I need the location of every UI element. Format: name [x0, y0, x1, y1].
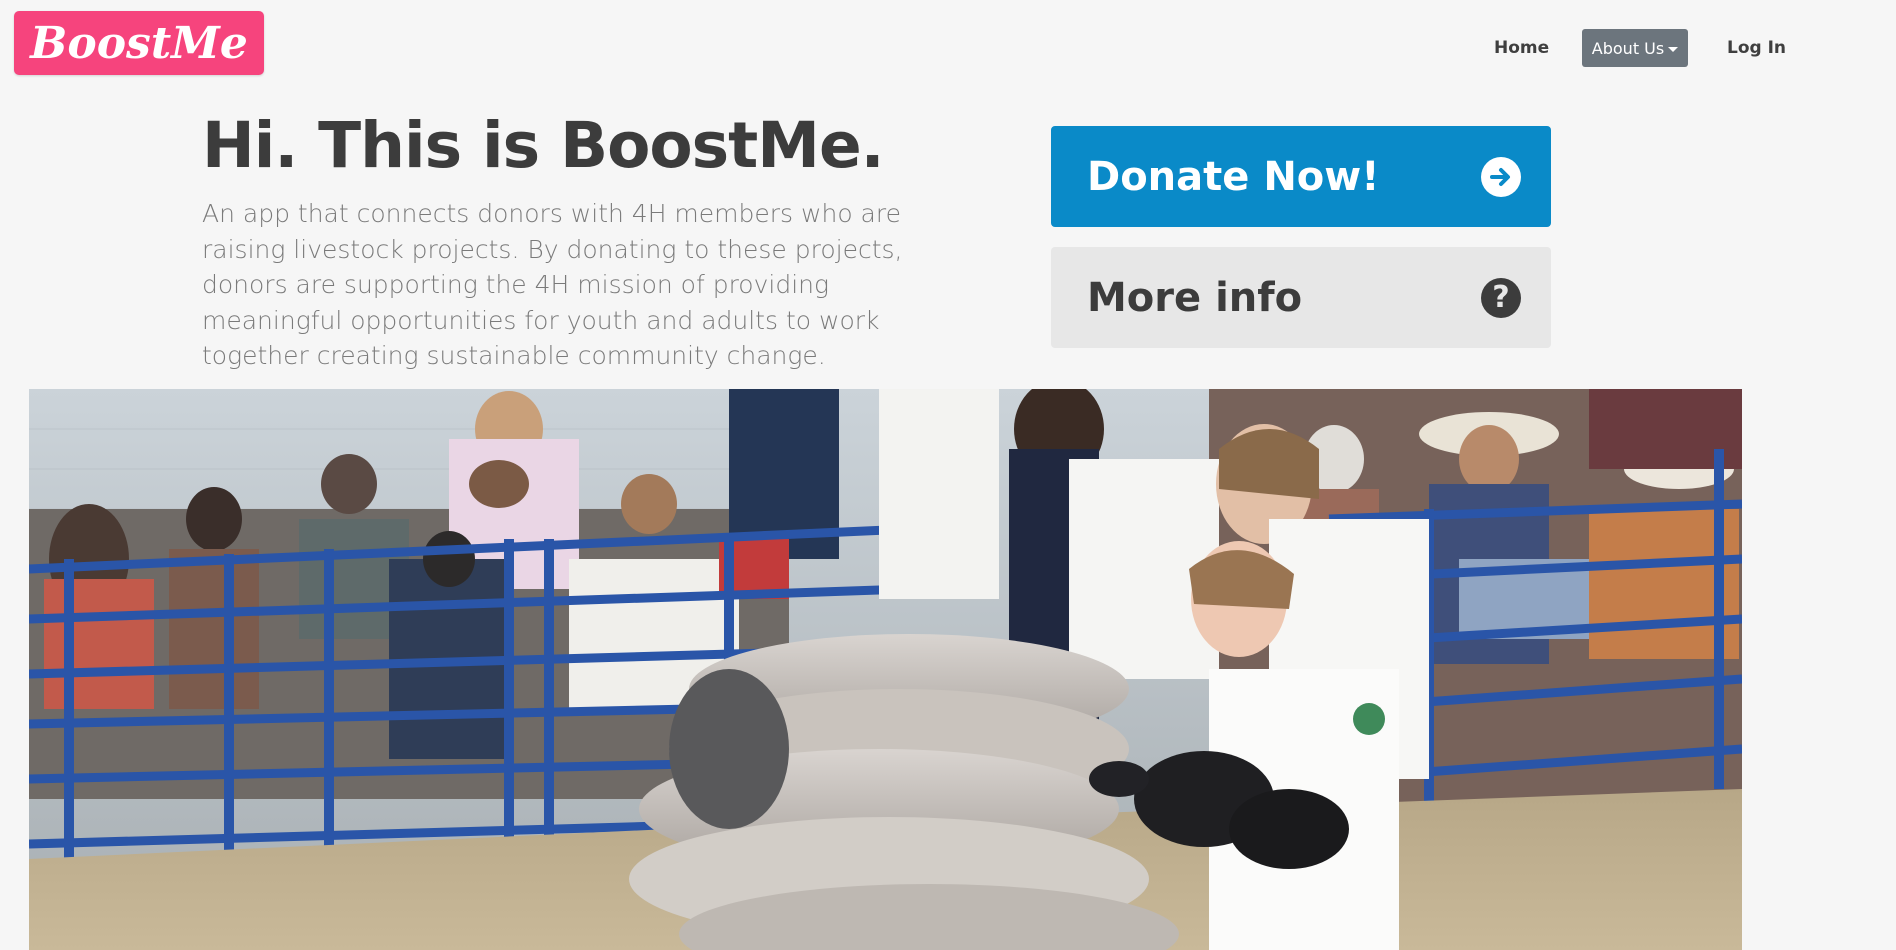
- caret-down-icon: [1668, 46, 1679, 52]
- hero-photo: [29, 389, 1742, 950]
- nav-home-link[interactable]: Home: [1494, 29, 1549, 67]
- more-info-button[interactable]: More info ?: [1051, 247, 1551, 348]
- donate-now-label: Donate Now!: [1087, 153, 1380, 200]
- hero-title: Hi. This is BoostMe.: [202, 109, 885, 182]
- brand-logo[interactable]: BoostMe: [14, 11, 264, 75]
- arrow-right-circle-icon: [1481, 156, 1521, 197]
- brand-logo-text: BoostMe: [30, 17, 248, 69]
- nav-about-label: About Us: [1591, 38, 1665, 58]
- more-info-label: More info: [1087, 274, 1303, 321]
- nav-about-dropdown[interactable]: About Us: [1582, 29, 1688, 67]
- nav-login-link[interactable]: Log In: [1727, 29, 1786, 67]
- hero-description: An app that connects donors with 4H memb…: [202, 199, 903, 370]
- donate-now-button[interactable]: Donate Now!: [1051, 126, 1551, 227]
- question-circle-icon: ?: [1481, 277, 1521, 318]
